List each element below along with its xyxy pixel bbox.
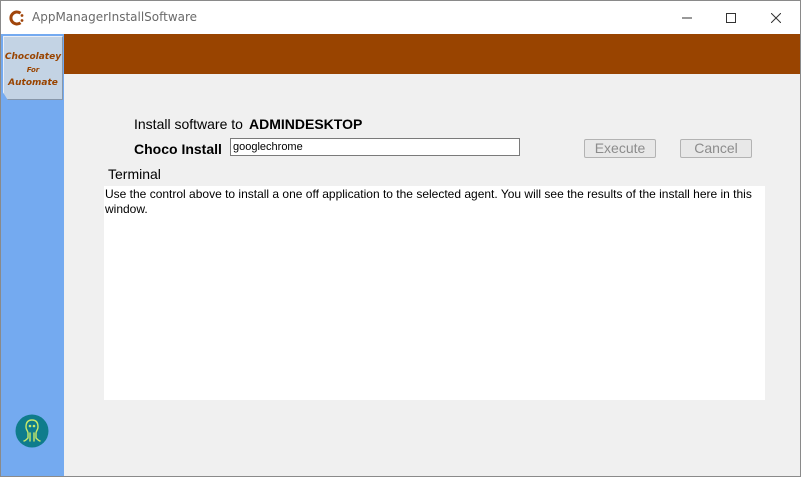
- close-icon: [771, 12, 781, 23]
- cancel-button[interactable]: Cancel: [680, 139, 752, 158]
- install-target-label: Install software to: [134, 116, 243, 132]
- sidebar: [1, 34, 64, 476]
- terminal-label: Terminal: [108, 166, 161, 182]
- choco-install-input[interactable]: [230, 138, 520, 156]
- logo-line-2: For: [26, 66, 40, 74]
- execute-button[interactable]: Execute: [584, 139, 656, 158]
- chocolatey-app-icon: [9, 10, 24, 26]
- app-window: AppManagerInstallSoftware Chocolatey For…: [0, 0, 801, 477]
- terminal-text: Use the control above to install a one o…: [105, 187, 752, 216]
- maximize-icon: [726, 12, 736, 23]
- window-title: AppManagerInstallSoftware: [32, 10, 198, 24]
- header-banner: [1, 34, 800, 74]
- terminal-output[interactable]: Use the control above to install a one o…: [104, 186, 765, 400]
- logo-line-1: Chocolatey: [4, 52, 62, 62]
- minimize-button[interactable]: [664, 1, 710, 34]
- target-machine-name: ADMINDESKTOP: [249, 116, 363, 132]
- choco-install-label: Choco Install: [134, 141, 222, 157]
- octopus-robot-icon: [15, 414, 49, 448]
- maximize-button[interactable]: [708, 1, 754, 34]
- chocolatey-logo: Chocolatey For Automate: [3, 36, 63, 100]
- close-button[interactable]: [753, 1, 799, 34]
- title-bar[interactable]: AppManagerInstallSoftware: [1, 1, 800, 34]
- logo-line-3: Automate: [8, 78, 58, 88]
- minimize-icon: [682, 17, 692, 18]
